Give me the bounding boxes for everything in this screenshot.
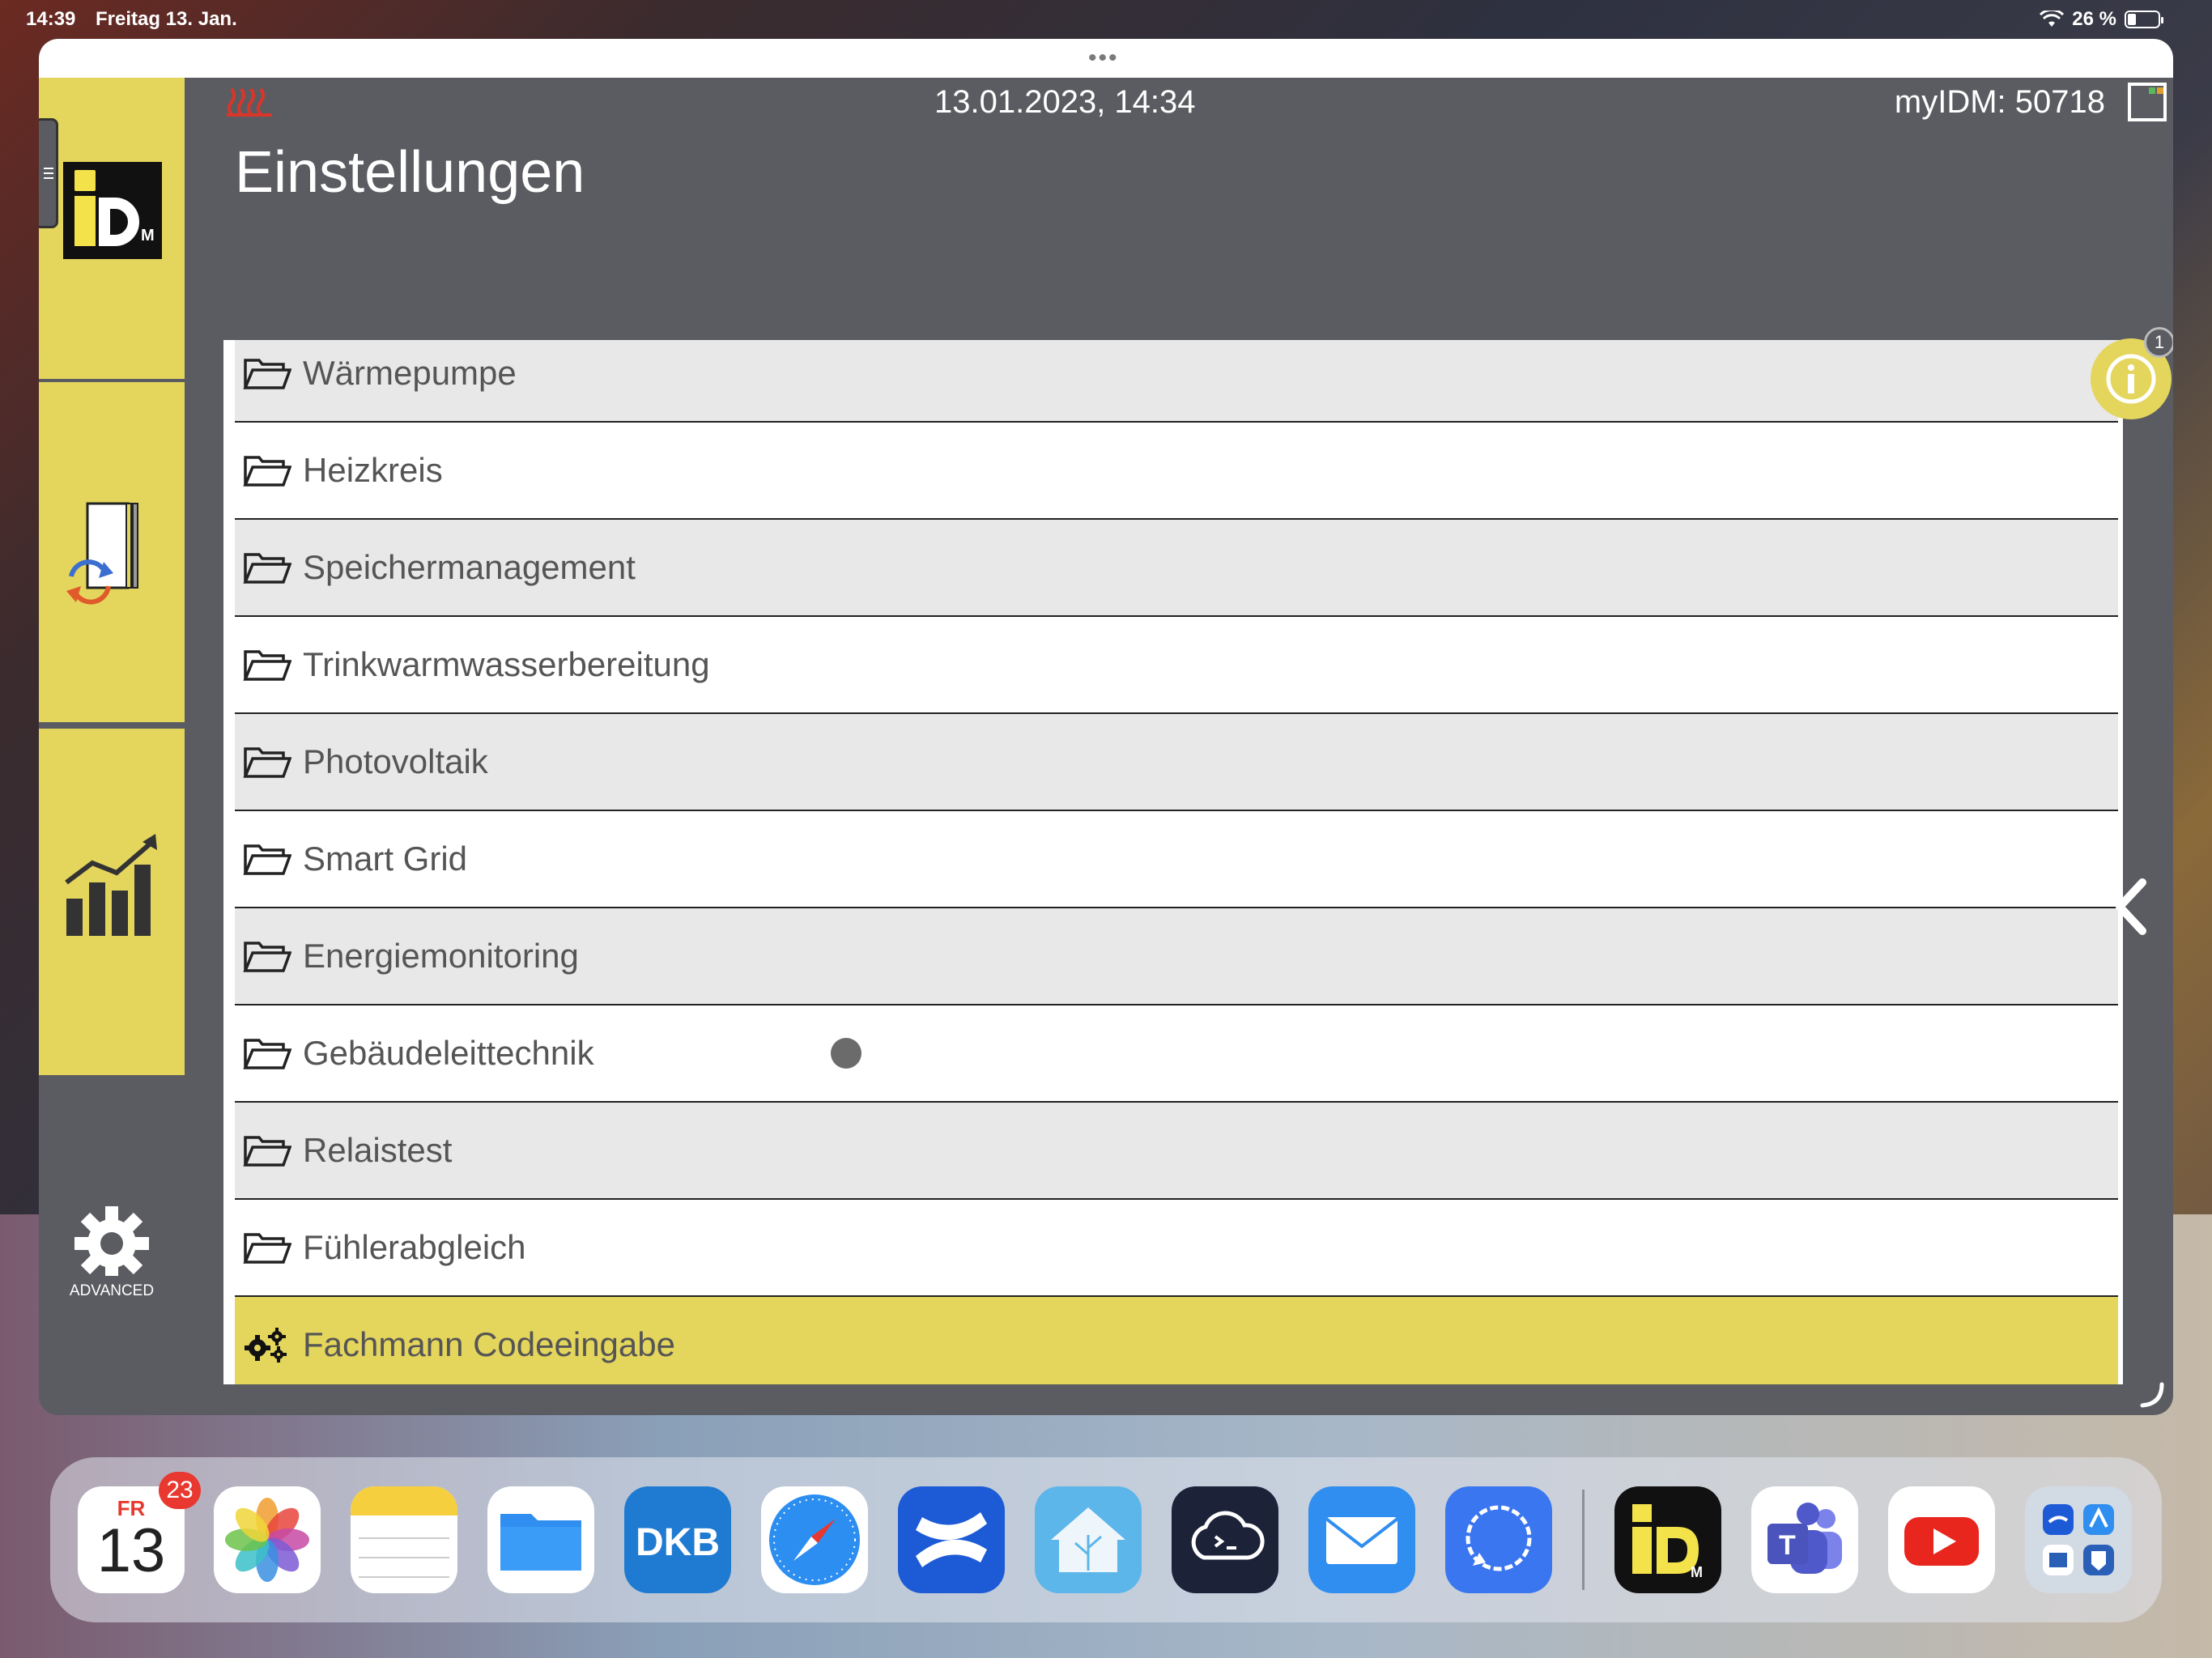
list-item-label: Trinkwarmwasserbereitung (303, 645, 710, 683)
calendar-badge: 23 (159, 1472, 201, 1509)
list-item-energiemonitoring[interactable]: Energiemonitoring (235, 908, 2118, 1005)
sidebar-home[interactable]: M (39, 78, 185, 379)
dock-app-home-assistant[interactable] (1035, 1486, 1142, 1593)
list-item-fachmann-code[interactable]: Fachmann Codeeingabe (235, 1297, 2118, 1384)
dock: FR 13 23 DKB M T (50, 1457, 2162, 1622)
list-item-trinkwarmwasser[interactable]: Trinkwarmwasserbereitung (235, 617, 2118, 714)
mail-icon (1325, 1517, 1399, 1564)
folder-icon (243, 650, 291, 681)
dkb-label: DKB (636, 1521, 720, 1564)
list-item-photovoltaik[interactable]: Photovoltaik (235, 714, 2118, 811)
window-top-bar: ••• (39, 39, 2173, 78)
list-item-label: Photovoltaik (303, 742, 488, 780)
list-item-label: Smart Grid (303, 840, 468, 878)
dock-app-confluence[interactable] (898, 1486, 1005, 1593)
battery-percent: 26 % (2072, 8, 2116, 30)
device-id: myIDM: 50718 (1894, 84, 2105, 120)
list-item-label: Fühlerabgleich (303, 1228, 526, 1266)
list-item-label: Heizkreis (303, 451, 443, 489)
list-item-label: Energiemonitoring (303, 937, 579, 975)
confluence-icon (916, 1512, 987, 1567)
sidebar-item-advanced[interactable]: ADVANCED (39, 1082, 185, 1415)
notes-icon (351, 1486, 457, 1578)
sidebar-toggle[interactable] (39, 118, 58, 228)
compass-icon (769, 1494, 860, 1585)
sidebar-item-statistics[interactable] (39, 729, 185, 1075)
settings-menu-list: Wärmepumpe Heizkreis Speichermanagement … (223, 340, 2123, 1384)
list-item-fuehlerabgleich[interactable]: Fühlerabgleich (235, 1200, 2118, 1297)
teams-icon: T (1767, 1503, 1842, 1574)
bar-chart-trend-icon (65, 834, 157, 936)
gears-icon (245, 1328, 287, 1363)
folder-icon (243, 1039, 291, 1069)
chevron-left-icon[interactable] (2107, 874, 2155, 939)
idm-logo-icon: M (1632, 1504, 1703, 1580)
list-item-label: Fachmann Codeeingabe (303, 1325, 675, 1363)
dock-separator (1582, 1490, 1585, 1590)
dock-app-photos[interactable] (214, 1486, 321, 1593)
heating-icon (227, 87, 272, 117)
multitasking-handle[interactable]: ••• (1088, 46, 1119, 70)
advanced-label: ADVANCED (69, 1282, 155, 1299)
gear-icon (74, 1206, 149, 1281)
folder-icon (243, 553, 291, 584)
list-item-relaistest[interactable]: Relaistest (235, 1103, 2118, 1200)
photos-icon (225, 1498, 309, 1582)
app-window: ••• M ADVANCED 13.01.2023, 14:34 myIDM: … (39, 39, 2173, 1415)
cloud-terminal-icon (1191, 1511, 1265, 1560)
signal-chat-icon (1465, 1505, 1532, 1571)
status-indicator-dot (831, 1038, 861, 1069)
battery-icon (2125, 11, 2163, 28)
folder-icon (243, 1233, 291, 1264)
home-assistant-icon (1051, 1507, 1125, 1572)
connection-status-icon[interactable] (2128, 83, 2167, 121)
list-item-heizkreis[interactable]: Heizkreis (235, 423, 2118, 520)
header-datetime: 13.01.2023, 14:34 (934, 84, 1196, 120)
dock-app-signal[interactable] (1445, 1486, 1552, 1593)
status-bar: 14:39 Freitag 13. Jan. 26 % (0, 0, 2212, 39)
svg-text:T: T (1779, 1530, 1796, 1561)
sidebar: M ADVANCED (39, 78, 185, 1415)
svg-text:M: M (1691, 1564, 1703, 1580)
dock-app-prompt[interactable] (1172, 1486, 1278, 1593)
app-library-icon (2043, 1504, 2114, 1575)
status-date: Freitag 13. Jan. (96, 8, 237, 30)
idm-logo: M (63, 162, 162, 259)
wifi-icon (2040, 11, 2065, 27)
folder-icon (243, 359, 291, 389)
list-item-label: Relaistest (303, 1131, 453, 1169)
folder-icon (243, 456, 291, 487)
dock-app-dkb[interactable]: DKB (624, 1486, 731, 1593)
folder-icon (243, 747, 291, 778)
dock-app-safari[interactable] (761, 1486, 868, 1593)
list-item-smart-grid[interactable]: Smart Grid (235, 811, 2118, 908)
dock-app-notes[interactable] (351, 1486, 457, 1593)
dock-app-files[interactable] (487, 1486, 594, 1593)
list-item-waermepumpe[interactable]: Wärmepumpe (235, 340, 2118, 423)
folder-icon (243, 844, 291, 875)
dock-app-teams[interactable]: T (1751, 1486, 1858, 1593)
calendar-date: 13 (96, 1516, 166, 1585)
info-count-badge: 1 (2144, 327, 2173, 358)
dock-app-library[interactable] (2025, 1486, 2132, 1593)
sidebar-item-system[interactable] (39, 382, 185, 722)
status-time: 14:39 (26, 8, 76, 30)
heatpump-exchange-icon (66, 502, 138, 605)
list-item-label: Wärmepumpe (303, 354, 517, 392)
list-item-label: Gebäudeleittechnik (303, 1034, 594, 1072)
youtube-icon (1904, 1517, 1979, 1566)
files-icon (500, 1514, 581, 1571)
page-header: 13.01.2023, 14:34 myIDM: 50718 Einstellu… (185, 78, 2173, 340)
list-item-speichermanagement[interactable]: Speichermanagement (235, 520, 2118, 617)
resize-handle-icon[interactable] (2138, 1381, 2167, 1410)
dock-app-myidm[interactable]: M (1614, 1486, 1721, 1593)
folder-icon (243, 1136, 291, 1167)
page-title: Einstellungen (235, 140, 585, 205)
list-item-label: Speichermanagement (303, 548, 636, 586)
dock-app-youtube[interactable] (1888, 1486, 1995, 1593)
folder-icon (243, 942, 291, 972)
list-item-gebaeudeleittechnik[interactable]: Gebäudeleittechnik (235, 1005, 2118, 1103)
dock-app-mail[interactable] (1308, 1486, 1415, 1593)
status-right: 26 % (2040, 8, 2163, 31)
